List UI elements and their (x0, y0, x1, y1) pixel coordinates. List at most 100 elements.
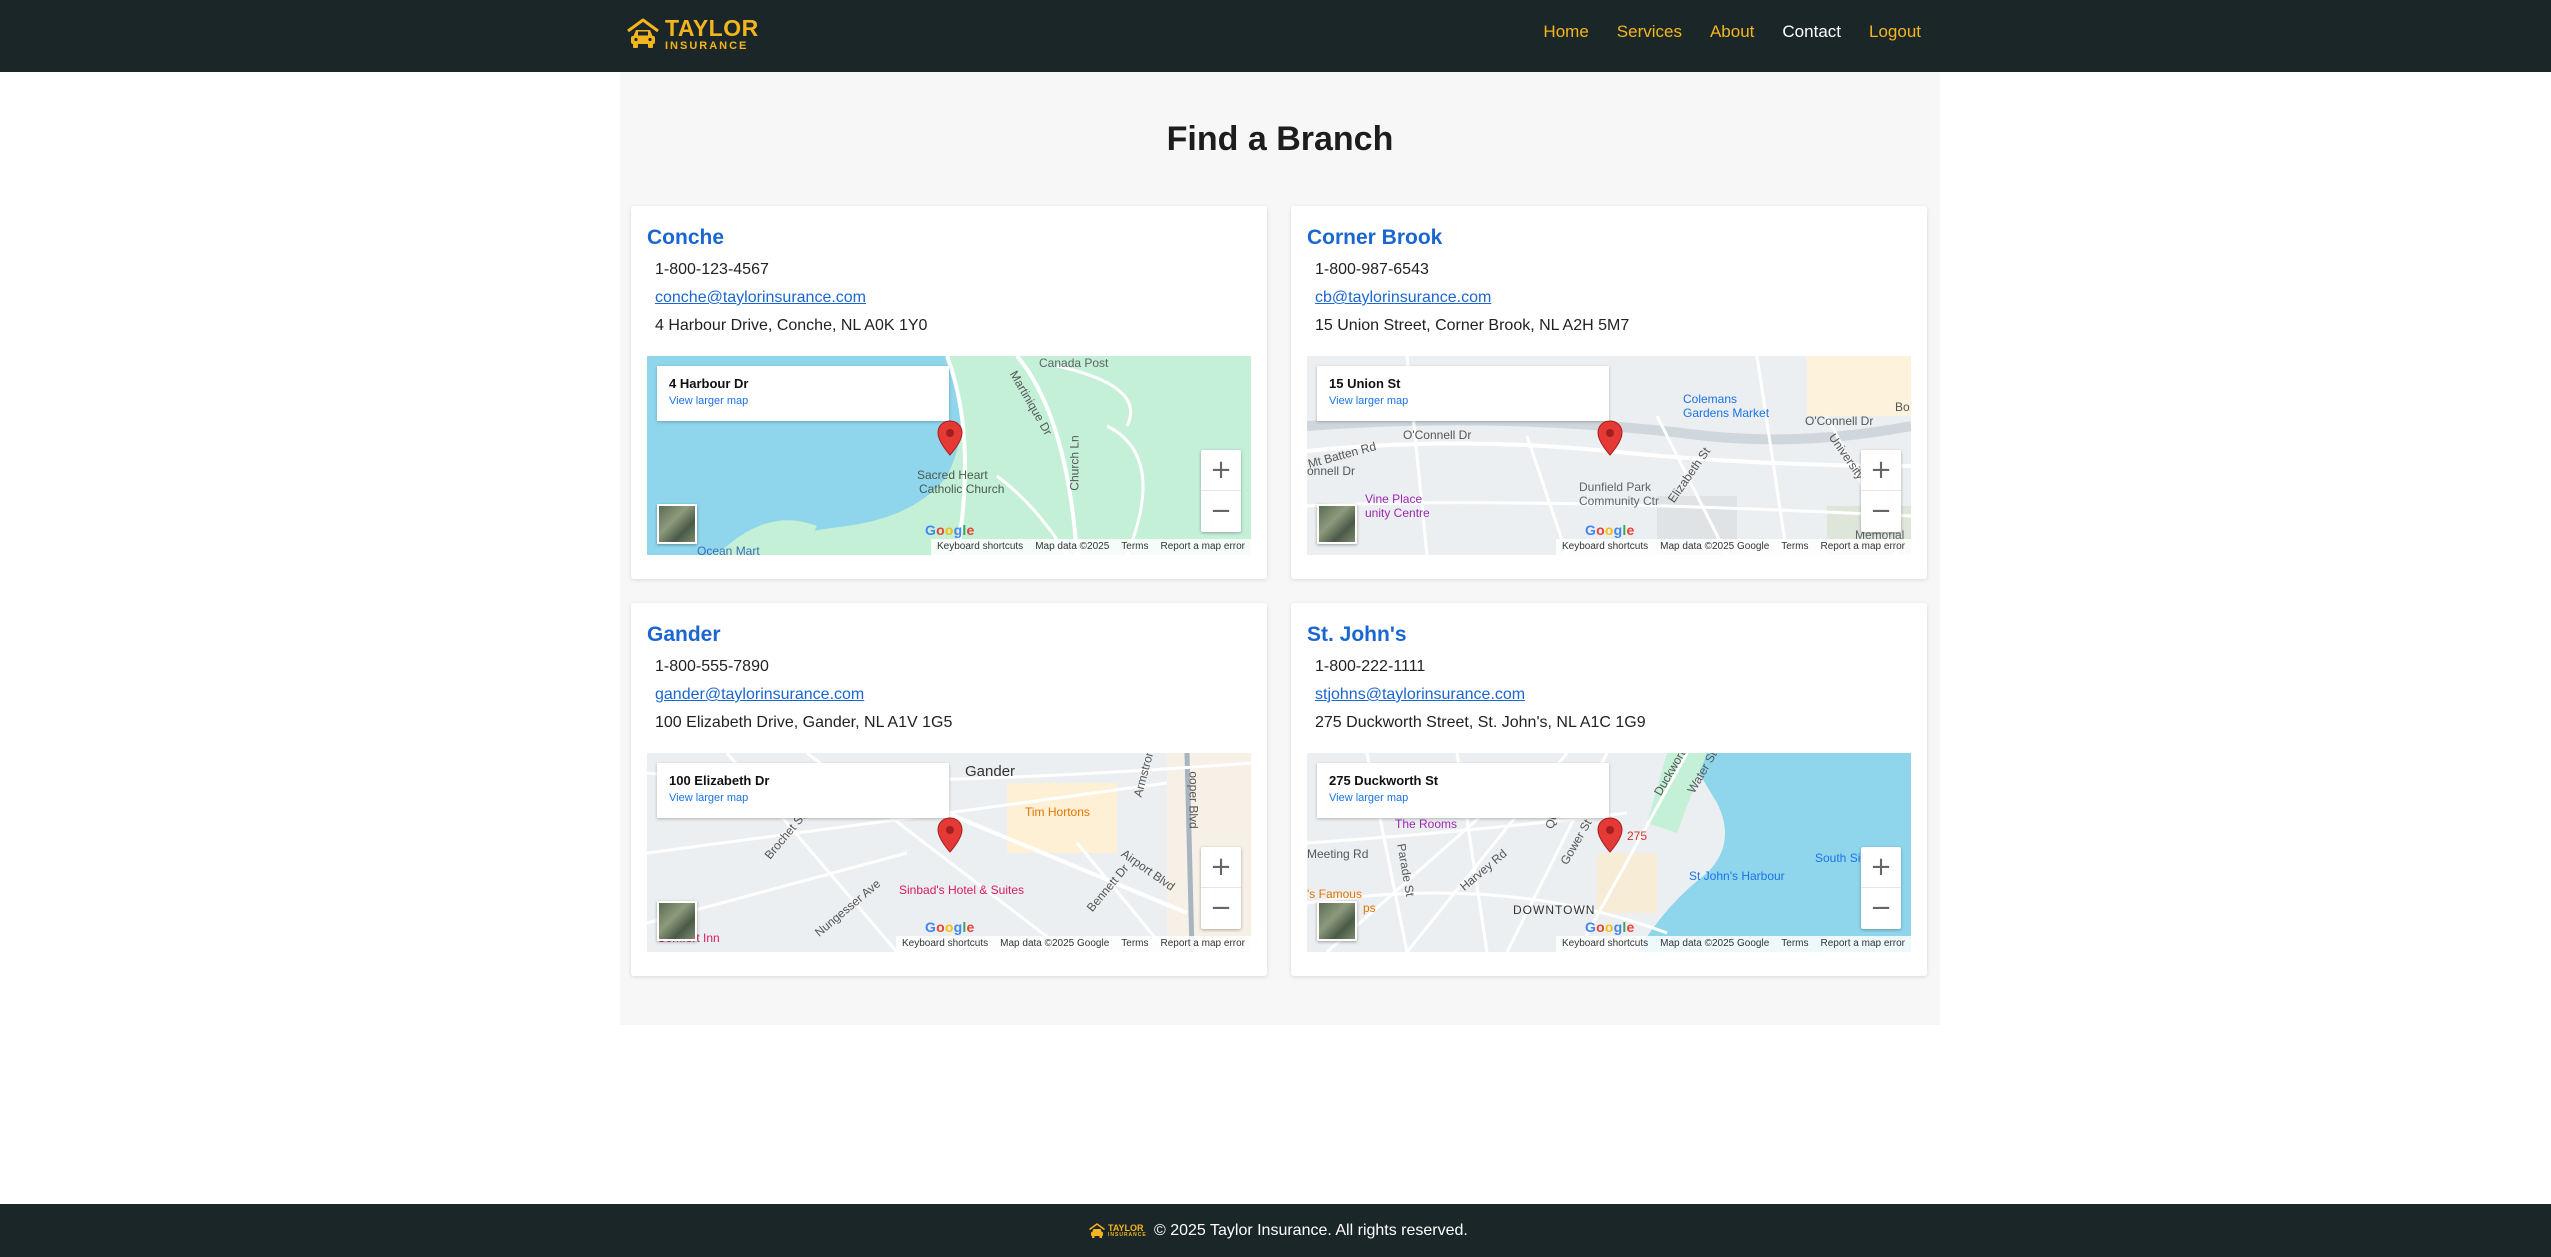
branch-phone: 1-800-987-6543 (1315, 261, 1429, 278)
zoom-in-button[interactable]: + (1201, 847, 1241, 888)
branch-map[interactable]: Gander Tim Hortons Airport Blvd Bennett … (647, 753, 1251, 952)
branch-card-conche: Conche 1-800-123-4567 conche@taylorinsur… (631, 206, 1267, 579)
map-label: Vine Place (1365, 492, 1423, 506)
zoom-control: + − (1201, 847, 1241, 929)
car-icon (627, 18, 659, 48)
branch-name: Gander (647, 623, 721, 646)
map-label: Gardens Market (1683, 406, 1770, 420)
footer-content: TAYLOR INSURANCE © 2025 Taylor Insurance.… (1088, 1220, 1468, 1242)
keyboard-shortcuts-link[interactable]: Keyboard shortcuts (937, 541, 1023, 553)
google-letter: e (1626, 919, 1635, 935)
zoom-out-button[interactable]: − (1861, 491, 1901, 532)
zoom-out-button[interactable]: − (1201, 888, 1241, 929)
keyboard-shortcuts-link[interactable]: Keyboard shortcuts (1562, 938, 1648, 950)
keyboard-shortcuts-link[interactable]: Keyboard shortcuts (902, 938, 988, 950)
nav-logout[interactable]: Logout (1869, 22, 1921, 42)
map-label: O'Connell Dr (1403, 428, 1472, 442)
copyright-text: © 2025 Taylor Insurance. All rights rese… (1154, 1222, 1468, 1239)
google-letter: G (1585, 919, 1597, 935)
satellite-toggle-icon[interactable] (1317, 504, 1357, 544)
branch-address: 275 Duckworth Street, St. John's, NL A1C… (1315, 714, 1646, 731)
map-place: 275 Duckworth St (1329, 773, 1439, 788)
branch-card-gander: Gander 1-800-555-7890 gander@taylorinsur… (631, 603, 1267, 976)
satellite-toggle-icon[interactable] (657, 504, 697, 544)
brand-line1: TAYLOR (665, 14, 759, 41)
map-data-text: Map data ©2025 Google (1660, 541, 1770, 552)
terms-link[interactable]: Terms (1781, 938, 1808, 950)
view-larger-map-link[interactable]: View larger map (669, 395, 937, 407)
zoom-in-button[interactable]: + (1861, 450, 1901, 491)
report-error-link[interactable]: Report a map error (1821, 541, 1905, 553)
google-letter: e (1626, 522, 1635, 538)
branch-address: 15 Union Street, Corner Brook, NL A2H 5M… (1315, 317, 1630, 334)
report-error-link[interactable]: Report a map error (1161, 541, 1245, 553)
zoom-control: + − (1201, 450, 1241, 532)
report-error-link[interactable]: Report a map error (1161, 938, 1245, 950)
map-label: Gander (965, 763, 1016, 780)
view-larger-map-link[interactable]: View larger map (1329, 792, 1597, 804)
nav-home[interactable]: Home (1543, 22, 1588, 42)
view-larger-map-link[interactable]: View larger map (1329, 395, 1597, 407)
map-pin-icon[interactable] (937, 420, 963, 456)
branch-email-link[interactable]: cb@taylorinsurance.com (1315, 289, 1491, 307)
map-label: Tim Hortons (1025, 805, 1090, 819)
map-label: Dunfield Park (1579, 480, 1652, 494)
map-label: ooper Blvd (1186, 771, 1201, 829)
google-letter: o (944, 919, 954, 935)
map-label: Canada Post (1039, 356, 1109, 370)
zoom-in-button[interactable]: + (1861, 847, 1901, 888)
nav-services[interactable]: Services (1617, 22, 1682, 42)
map-place: 100 Elizabeth Dr (669, 773, 770, 788)
google-logo: Google (925, 919, 974, 935)
satellite-toggle-icon[interactable] (1317, 901, 1357, 941)
map-data-text: Map data ©2025 Google (1000, 938, 1110, 949)
map-label: unity Centre (1365, 506, 1430, 520)
map-label: The Rooms (1395, 817, 1458, 831)
zoom-out-button[interactable]: − (1201, 491, 1241, 532)
google-logo: Google (1585, 522, 1634, 538)
map-pin-icon[interactable] (937, 817, 963, 853)
brand-text: TAYLOR INSURANCE (665, 14, 759, 52)
branch-email-link[interactable]: stjohns@taylorinsurance.com (1315, 686, 1525, 704)
terms-link[interactable]: Terms (1121, 938, 1148, 950)
satellite-toggle-icon[interactable] (657, 901, 697, 941)
nav-about[interactable]: About (1710, 22, 1754, 42)
map-attribution: Keyboard shortcuts Map data ©2025 Google… (1555, 539, 1911, 555)
branch-address: 4 Harbour Drive, Conche, NL A0K 1Y0 (655, 317, 928, 334)
report-error-link[interactable]: Report a map error (1821, 938, 1905, 950)
map-data-text: Map data ©2025 Google (1660, 938, 1770, 949)
branch-email-link[interactable]: gander@taylorinsurance.com (655, 686, 864, 704)
google-letter: o (1604, 919, 1614, 935)
map-pin-icon[interactable] (1597, 420, 1623, 456)
footer-logo: TAYLOR INSURANCE (1088, 1220, 1148, 1242)
terms-link[interactable]: Terms (1121, 541, 1148, 553)
branch-card-st-johns: St. John's 1-800-222-1111 stjohns@taylor… (1291, 603, 1927, 976)
map-label: Bo (1895, 400, 1910, 414)
branch-map[interactable]: Canada Post Martinique Dr Church Ln Sacr… (647, 356, 1251, 555)
main-content: Find a Branch Conche 1-800-123-4567 conc… (620, 72, 1940, 1025)
branch-email-link[interactable]: conche@taylorinsurance.com (655, 289, 866, 307)
zoom-out-button[interactable]: − (1861, 888, 1901, 929)
branch-map[interactable]: The Rooms 275 St John's Harbour South Si… (1307, 753, 1911, 952)
branch-map[interactable]: Colemans Gardens Market O'Connell Dr O'C… (1307, 356, 1911, 555)
map-place: 4 Harbour Dr (669, 376, 749, 391)
branch-name: St. John's (1307, 623, 1407, 646)
terms-link[interactable]: Terms (1781, 541, 1808, 553)
navbar: TAYLOR INSURANCE Home Services About Con… (0, 0, 2551, 72)
map-attribution: Keyboard shortcuts Map data ©2025 Google… (895, 936, 1251, 952)
map-pin-icon[interactable] (1597, 817, 1623, 853)
map-label: Sinbad's Hotel & Suites (899, 883, 1025, 897)
car-icon (1089, 1223, 1105, 1238)
google-logo: Google (925, 522, 974, 538)
branch-phone: 1-800-555-7890 (655, 658, 769, 675)
view-larger-map-link[interactable]: View larger map (669, 792, 937, 804)
google-letter: o (936, 522, 945, 538)
brand-logo[interactable]: TAYLOR INSURANCE (625, 14, 758, 54)
nav-contact[interactable]: Contact (1782, 22, 1841, 42)
keyboard-shortcuts-link[interactable]: Keyboard shortcuts (1562, 541, 1648, 553)
map-label: O'Connell Dr (1805, 414, 1874, 428)
google-letter: G (925, 522, 937, 538)
zoom-in-button[interactable]: + (1201, 450, 1241, 491)
map-label: 's Famous (1307, 887, 1362, 901)
branch-address: 100 Elizabeth Drive, Gander, NL A1V 1G5 (655, 714, 953, 731)
